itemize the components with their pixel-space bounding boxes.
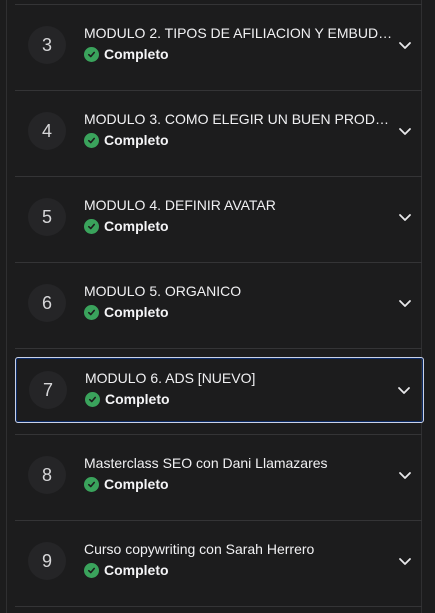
chevron-down-icon[interactable]	[397, 467, 413, 483]
module-item[interactable]: 9 Curso copywriting con Sarah Herrero Comp…	[15, 529, 424, 595]
module-status: Completo	[84, 132, 169, 148]
chevron-down-icon[interactable]	[397, 295, 413, 311]
module-divider	[15, 262, 422, 263]
status-label: Completo	[104, 218, 169, 234]
module-title: MODULO 5. ORGANICO	[84, 283, 242, 299]
module-status: Completo	[84, 562, 169, 578]
module-status: Completo	[84, 476, 169, 492]
check-circle-icon	[84, 476, 99, 492]
module-title: Masterclass SEO con Dani Llamazares	[84, 455, 328, 471]
module-status: Completo	[84, 46, 169, 62]
module-title: MODULO 3. COMO ELEGIR UN BUEN PRODUCTO	[84, 111, 396, 127]
check-circle-icon	[84, 218, 99, 234]
module-divider	[15, 90, 422, 91]
chevron-down-icon[interactable]	[397, 209, 413, 225]
check-circle-icon	[85, 391, 100, 407]
module-status: Completo	[84, 304, 169, 320]
module-divider	[15, 434, 422, 435]
top-divider	[15, 4, 422, 5]
check-circle-icon	[84, 562, 99, 578]
module-item[interactable]: 7 MODULO 6. ADS [NUEVO] Completo	[15, 357, 424, 423]
status-label: Completo	[105, 391, 170, 407]
chevron-down-icon[interactable]	[396, 382, 412, 398]
module-title: MODULO 6. ADS [NUEVO]	[85, 370, 256, 386]
module-number: 6	[28, 284, 66, 322]
status-label: Completo	[104, 304, 169, 320]
module-item[interactable]: 5 MODULO 4. DEFINIR AVATAR Completo	[15, 185, 424, 251]
check-circle-icon	[84, 304, 99, 320]
module-item[interactable]: 6 MODULO 5. ORGANICO Completo	[15, 271, 424, 337]
status-label: Completo	[104, 476, 169, 492]
status-label: Completo	[104, 46, 169, 62]
module-number: 7	[29, 371, 67, 409]
module-divider	[15, 348, 422, 349]
check-circle-icon	[84, 132, 99, 148]
module-item[interactable]: 8 Masterclass SEO con Dani Llamazares Comp…	[15, 443, 424, 509]
status-label: Completo	[104, 132, 169, 148]
chevron-down-icon[interactable]	[397, 37, 413, 53]
module-number: 3	[28, 26, 66, 64]
module-number: 8	[28, 456, 66, 494]
module-divider	[15, 176, 422, 177]
module-number: 9	[28, 542, 66, 580]
module-title: MODULO 4. DEFINIR AVATAR	[84, 197, 276, 213]
module-number: 4	[28, 112, 66, 150]
check-circle-icon	[84, 46, 99, 62]
chevron-down-icon[interactable]	[397, 123, 413, 139]
module-item[interactable]: 3 MODULO 2. TIPOS DE AFILIACION Y EMBUDOS…	[15, 13, 424, 79]
module-item[interactable]: 4 MODULO 3. COMO ELEGIR UN BUEN PRODUCTO C…	[15, 99, 424, 165]
module-title: Curso copywriting con Sarah Herrero	[84, 541, 315, 557]
status-label: Completo	[104, 562, 169, 578]
chevron-down-icon[interactable]	[397, 553, 413, 569]
module-divider	[15, 520, 422, 521]
module-status: Completo	[85, 391, 170, 407]
module-status: Completo	[84, 218, 169, 234]
module-divider	[15, 606, 422, 607]
module-title: MODULO 2. TIPOS DE AFILIACION Y EMBUDOS	[84, 25, 396, 41]
module-number: 5	[28, 198, 66, 236]
